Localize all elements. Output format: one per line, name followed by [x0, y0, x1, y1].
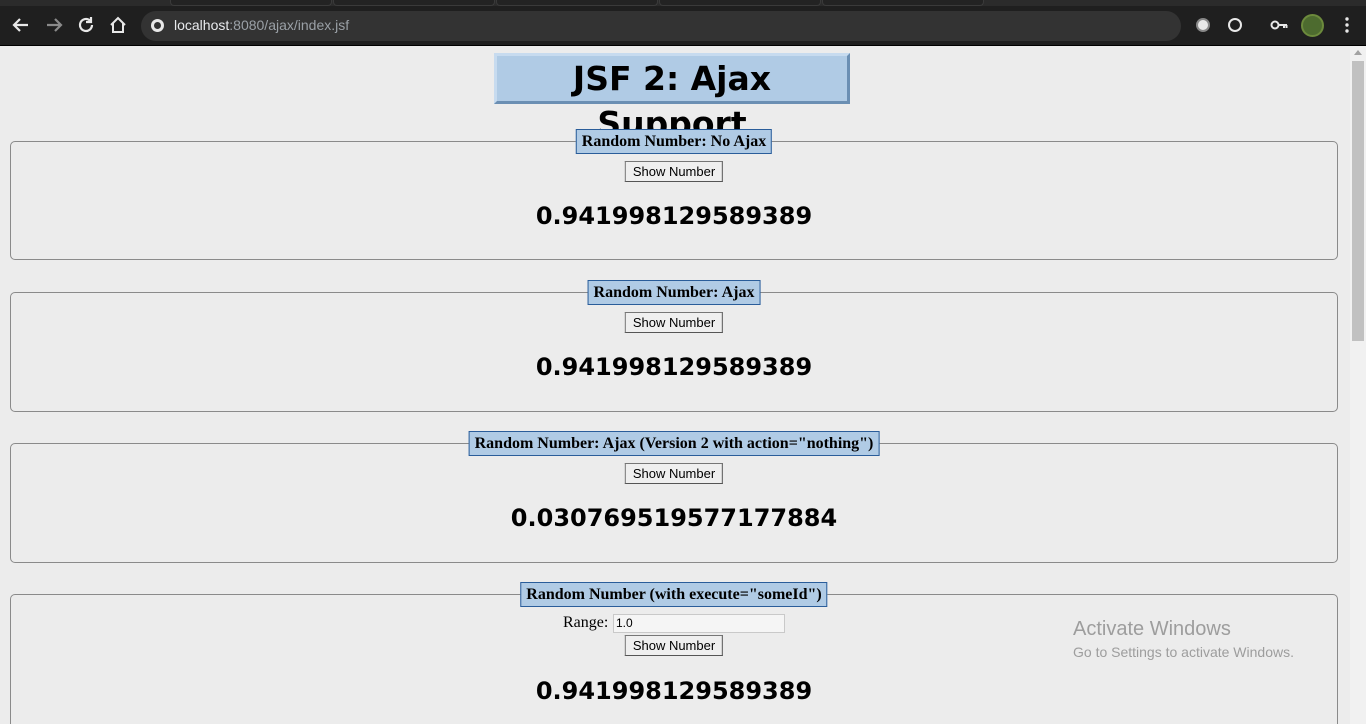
- show-number-button[interactable]: Show Number: [624, 635, 724, 656]
- tab[interactable]: [659, 0, 821, 6]
- random-number-value: 0.030769519577177884: [510, 504, 838, 532]
- address-bar[interactable]: localhost:8080/ajax/index.jsf: [141, 11, 1181, 41]
- random-number-value: 0.941998129589389: [535, 677, 813, 705]
- random-number-value: 0.941998129589389: [535, 202, 813, 230]
- key-icon[interactable]: [1268, 14, 1290, 36]
- windows-activation-watermark: Activate Windows Go to Settings to activ…: [1073, 617, 1294, 662]
- tab-active[interactable]: [170, 0, 332, 6]
- menu-icon[interactable]: [1336, 14, 1358, 36]
- forward-icon[interactable]: [43, 14, 65, 36]
- page-title: JSF 2: Ajax Support: [494, 53, 850, 143]
- panel-legend: Random Number (with execute="someId"): [520, 582, 828, 607]
- panel-ajax: Random Number: Ajax Show Number 0.941998…: [10, 280, 1338, 412]
- range-label: Range:: [563, 614, 609, 631]
- url-text[interactable]: localhost:8080/ajax/index.jsf: [174, 17, 349, 33]
- scrollbar[interactable]: [1350, 46, 1366, 724]
- tab-strip: [0, 0, 1366, 6]
- site-info-icon[interactable]: [151, 19, 164, 32]
- tab[interactable]: [333, 0, 495, 6]
- show-number-button[interactable]: Show Number: [624, 161, 724, 182]
- scrollbar-thumb[interactable]: [1352, 61, 1364, 341]
- range-input[interactable]: 1.0: [613, 614, 785, 633]
- panel-legend: Random Number: Ajax: [587, 280, 761, 305]
- panel-legend: Random Number: No Ajax: [575, 129, 773, 154]
- panel-no-ajax: Random Number: No Ajax Show Number 0.941…: [10, 129, 1338, 260]
- watermark-title: Activate Windows: [1073, 618, 1231, 640]
- tab[interactable]: [822, 0, 984, 6]
- reload-icon[interactable]: [75, 14, 97, 36]
- scroll-up-icon[interactable]: [1354, 50, 1362, 55]
- tab[interactable]: [496, 0, 658, 6]
- extension-icon[interactable]: [1196, 18, 1210, 32]
- panel-ajax-v2: Random Number: Ajax (Version 2 with acti…: [10, 431, 1338, 563]
- random-number-value: 0.941998129589389: [535, 353, 813, 381]
- browser-toolbar: localhost:8080/ajax/index.jsf: [0, 0, 1366, 46]
- profile-avatar[interactable]: [1301, 14, 1324, 37]
- home-icon[interactable]: [107, 14, 129, 36]
- show-number-button[interactable]: Show Number: [624, 463, 724, 484]
- watermark-subtitle: Go to Settings to activate Windows.: [1073, 644, 1294, 660]
- extension-w-icon[interactable]: [1228, 18, 1242, 32]
- back-icon[interactable]: [10, 14, 32, 36]
- show-number-button[interactable]: Show Number: [624, 312, 724, 333]
- panel-legend: Random Number: Ajax (Version 2 with acti…: [468, 431, 880, 456]
